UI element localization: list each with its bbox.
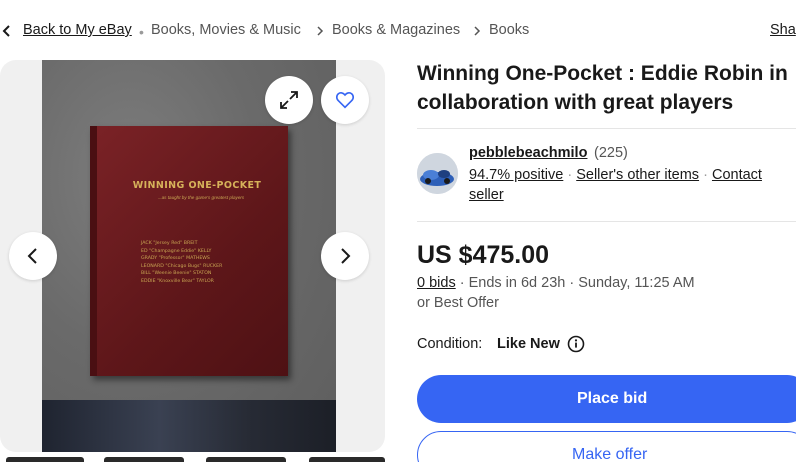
book-cover-name: EDDIE "Knoxville Bear" TAYLOR (141, 278, 214, 284)
book-cover-subtitle: ...as taught by the game's greatest play… (157, 195, 245, 200)
photo-background-floor (42, 400, 336, 452)
contact-seller-link-continued[interactable]: seller (469, 187, 504, 203)
contact-seller-link[interactable]: Contact (712, 167, 762, 183)
separator-dot: · (703, 167, 708, 183)
add-to-watchlist-button[interactable] (321, 76, 369, 124)
book-cover-name: JACK "Jersey Red" BREIT (141, 241, 198, 246)
previous-image-button[interactable] (9, 232, 57, 280)
info-icon[interactable] (567, 335, 585, 353)
book-cover-name: ED "Champagne Eddie" KELLY (141, 248, 212, 254)
condition-value: Like New (497, 336, 560, 352)
chevron-left-icon (27, 248, 37, 264)
seller-avatar[interactable] (417, 153, 458, 194)
separator-dot: · (567, 167, 573, 183)
chevron-right-icon (317, 26, 324, 36)
book-cover-name: BILL "Weenie Beenie" STATON (141, 271, 212, 277)
place-bid-label: Place bid (577, 390, 648, 407)
expand-image-button[interactable] (265, 76, 313, 124)
thumbnail[interactable] (6, 457, 84, 462)
thumbnail-strip (0, 457, 385, 462)
seller-feedback-count: (225) (594, 145, 628, 161)
listing-title: Winning One-Pocket : Eddie Robin in coll… (417, 62, 788, 114)
auction-end-time: Ends in 6d 23h · Sunday, 11:25 AM (468, 275, 695, 291)
seller-links: 94.7% positive · Seller's other items · … (469, 165, 796, 205)
breadcrumb: Back to My eBay • Books, Movies & Music … (0, 0, 796, 62)
breadcrumb-books-magazines[interactable]: Books & Magazines (332, 22, 460, 38)
book-cover-name: LEONARD "Chicago Bugs" RUCKER (141, 263, 223, 269)
seller-other-items-link[interactable]: Seller's other items (576, 167, 699, 183)
breadcrumb-books-movies-music[interactable]: Books, Movies & Music (151, 22, 301, 38)
seller-avatar-image (417, 153, 458, 194)
make-offer-label: Make offer (572, 446, 648, 462)
seller-positive-feedback-link[interactable]: 94.7% positive (469, 167, 563, 183)
seller-name-link[interactable]: pebblebeachmilo (469, 145, 587, 161)
divider (417, 221, 796, 222)
place-bid-button[interactable]: Place bid (417, 375, 796, 423)
make-offer-button[interactable]: Make offer (417, 431, 796, 462)
expand-icon (280, 91, 298, 109)
book-cover-names: JACK "Jersey Red" BREIT ED "Champagne Ed… (141, 240, 261, 286)
book-cover-title: WINNING ONE-POCKET (132, 180, 262, 191)
best-offer-text: or Best Offer (417, 295, 499, 311)
image-gallery: WINNING ONE-POCKET ...as taught by the g… (0, 60, 385, 452)
price: US $475.00 (417, 241, 550, 269)
heart-icon (335, 92, 355, 109)
thumbnail[interactable] (104, 457, 184, 462)
divider (417, 128, 796, 129)
bid-status: 0 bids · Ends in 6d 23h · Sunday, 11:25 … (417, 275, 695, 291)
next-image-button[interactable] (321, 232, 369, 280)
condition-label: Condition: (417, 336, 483, 352)
chevron-left-icon[interactable] (2, 24, 12, 38)
back-to-my-ebay-link[interactable]: Back to My eBay (23, 22, 132, 38)
thumbnail[interactable] (309, 457, 385, 462)
breadcrumb-books[interactable]: Books (489, 22, 529, 38)
share-link[interactable]: Sha (770, 22, 796, 38)
chevron-right-icon (341, 248, 351, 264)
breadcrumb-dot: • (139, 24, 144, 40)
chevron-right-icon (474, 26, 481, 36)
bid-count-link[interactable]: 0 bids (417, 275, 456, 291)
book-cover: WINNING ONE-POCKET ...as taught by the g… (90, 126, 288, 376)
book-cover-name: GRADY "Professor" MATHEWS (141, 256, 210, 262)
thumbnail[interactable] (206, 457, 286, 462)
separator-dot: · (459, 275, 469, 291)
